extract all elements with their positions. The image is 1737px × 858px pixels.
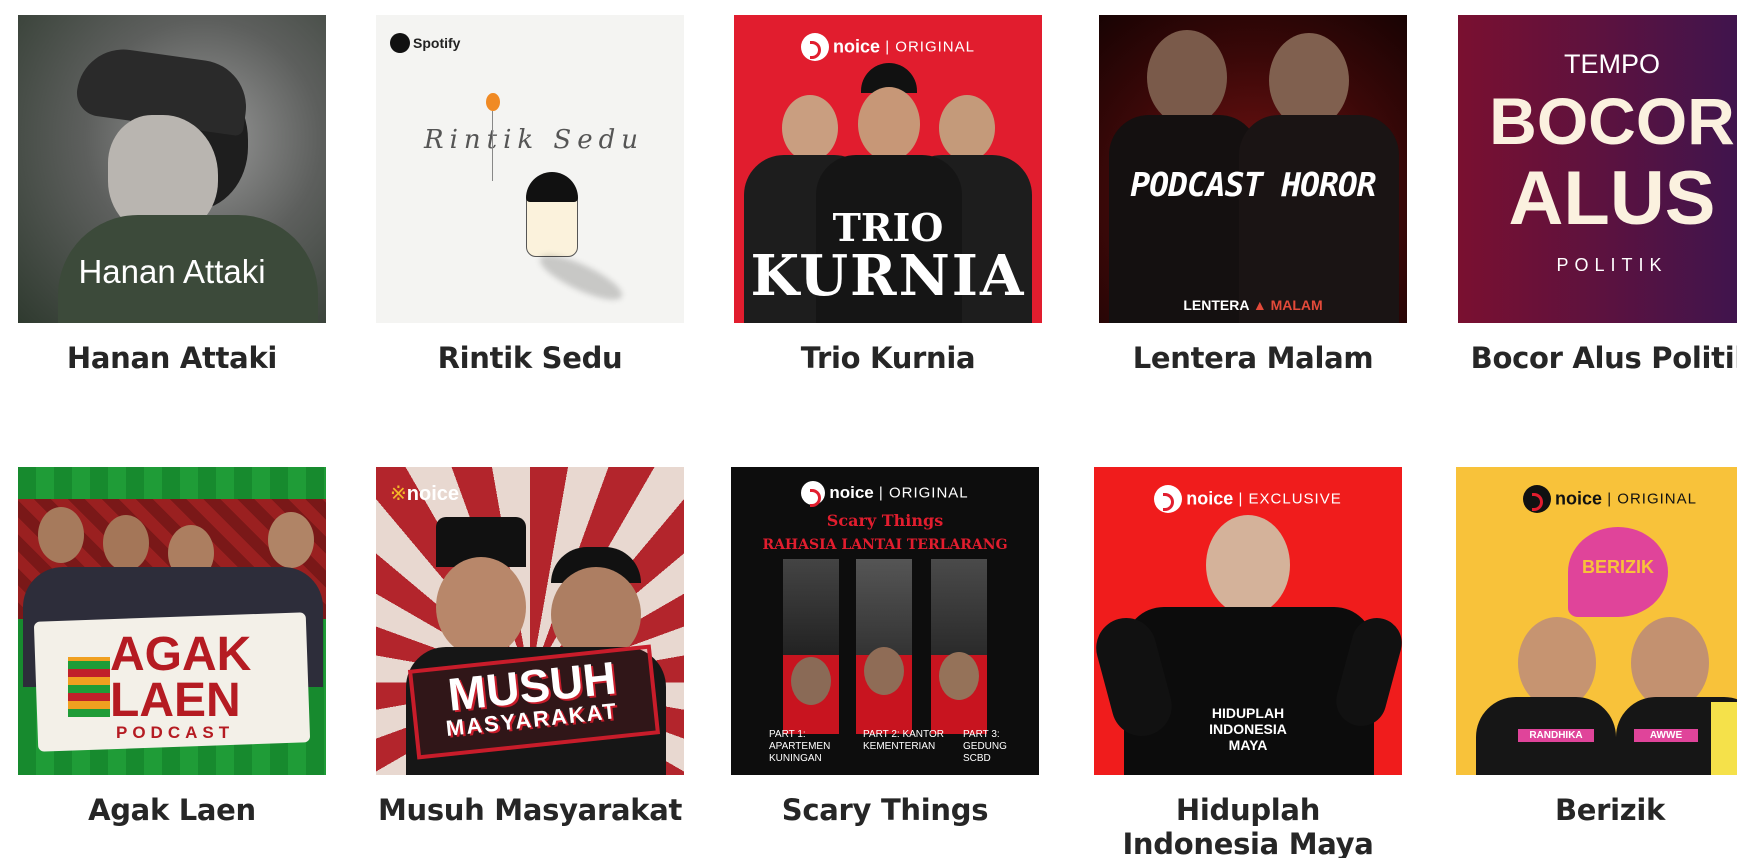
podcast-title[interactable]: Hanan Attaki bbox=[18, 341, 326, 375]
podcast-cover[interactable]: TEMPO BOCOR ALUS POLITIK bbox=[1458, 15, 1737, 323]
noice-logo-icon bbox=[1523, 485, 1552, 513]
podcast-cover[interactable]: PODCAST HOROR LENTERA ▲ MALAM bbox=[1099, 15, 1407, 323]
spotify-icon bbox=[390, 33, 410, 53]
agak-laen-logo-icon bbox=[68, 657, 110, 717]
podcast-title[interactable]: Bocor Alus Politik bbox=[1458, 341, 1737, 375]
balloon-icon bbox=[486, 93, 500, 111]
noice-badge: noice | ORIGINAL bbox=[734, 33, 1042, 61]
cover-text: PODCAST HOROR bbox=[1130, 165, 1376, 204]
noice-badge: noice | ORIGINAL bbox=[1456, 485, 1737, 513]
podcast-title[interactable]: Rintik Sedu bbox=[376, 341, 684, 375]
noice-logo-icon bbox=[1154, 485, 1183, 513]
podcast-cover[interactable]: noice | ORIGINAL Scary Things RAHASIA LA… bbox=[731, 467, 1039, 775]
cover-text: POLITIK bbox=[1556, 255, 1668, 275]
cover-footer: MALAM bbox=[1270, 297, 1323, 313]
podcast-title[interactable]: Trio Kurnia bbox=[734, 341, 1042, 375]
podcast-title[interactable]: Berizik bbox=[1456, 793, 1737, 827]
cover-text: Hanan Attaki bbox=[78, 253, 266, 290]
podcast-title[interactable]: Agak Laen bbox=[18, 793, 326, 827]
cover-text: Scary Things bbox=[826, 511, 944, 530]
cover-text: Rintik Sedu bbox=[424, 125, 645, 155]
flame-icon: ▲ bbox=[1252, 297, 1267, 313]
podcast-card-hiduplah-indonesia-maya[interactable]: noice | EXCLUSIVE HIDUPLAH INDONESIA MAY… bbox=[1094, 467, 1402, 858]
podcast-title[interactable]: Musuh Masyarakat bbox=[376, 793, 684, 827]
podcast-card-agak-laen[interactable]: AGAK LAEN PODCAST Agak Laen bbox=[18, 467, 326, 827]
podcast-card-trio-kurnia[interactable]: noice | ORIGINAL TRIO KURNIA Trio Kurnia bbox=[734, 15, 1042, 375]
podcast-card-lentera-malam[interactable]: PODCAST HOROR LENTERA ▲ MALAM Lentera Ma… bbox=[1099, 15, 1407, 375]
name-tag: AWWE bbox=[1634, 729, 1698, 742]
cover-text: ALUS bbox=[1508, 156, 1716, 241]
part-label: PART 1: APARTEMEN KUNINGAN bbox=[769, 729, 831, 764]
cover-text: KURNIA bbox=[750, 243, 1026, 309]
podcast-cover[interactable]: Hanan Attaki bbox=[18, 15, 326, 323]
noice-logo-icon bbox=[801, 33, 830, 61]
podcast-cover[interactable]: ※noice MUSUH MASYARAKAT bbox=[376, 467, 684, 775]
cover-top: TEMPO bbox=[1563, 49, 1660, 79]
noice-badge: ※noice bbox=[390, 483, 460, 506]
podcast-title[interactable]: Hiduplah Indonesia Maya bbox=[1094, 793, 1402, 858]
podcast-card-berizik[interactable]: noice | ORIGINAL BERIZIK RANDHIKA AWWE B… bbox=[1456, 467, 1737, 827]
podcast-cover[interactable]: Spotify Rintik Sedu bbox=[376, 15, 684, 323]
cover-brand: Spotify bbox=[413, 35, 461, 51]
part-label: PART 3: GEDUNG SCBD bbox=[963, 729, 1007, 764]
cover-text: HIDUPLAH INDONESIA MAYA bbox=[1209, 705, 1287, 753]
podcast-cover[interactable]: noice | ORIGINAL BERIZIK RANDHIKA AWWE bbox=[1456, 467, 1737, 775]
name-tag: RANDHIKA bbox=[1518, 729, 1594, 742]
cover-footer: LENTERA bbox=[1183, 297, 1249, 313]
part-label: PART 2: KANTOR KEMENTERIAN bbox=[863, 729, 944, 752]
cover-text: BERIZIK bbox=[1582, 557, 1654, 577]
podcast-card-hanan-attaki[interactable]: Hanan Attaki Hanan Attaki bbox=[18, 15, 326, 375]
noice-badge: noice | ORIGINAL bbox=[731, 481, 1039, 507]
podcast-grid: Hanan Attaki Hanan Attaki Spotify Rintik… bbox=[0, 0, 1737, 858]
podcast-cover[interactable]: noice | EXCLUSIVE HIDUPLAH INDONESIA MAY… bbox=[1094, 467, 1402, 775]
cover-text: BOCOR bbox=[1489, 84, 1735, 158]
podcast-cover[interactable]: noice | ORIGINAL TRIO KURNIA bbox=[734, 15, 1042, 323]
podcast-cover[interactable]: AGAK LAEN PODCAST bbox=[18, 467, 326, 775]
cover-text: LAEN bbox=[110, 674, 241, 727]
cover-text: RAHASIA LANTAI TERLARANG bbox=[762, 537, 1008, 553]
podcast-title[interactable]: Scary Things bbox=[731, 793, 1039, 827]
cover-text: PODCAST bbox=[116, 723, 235, 742]
podcast-card-bocor-alus-politik[interactable]: TEMPO BOCOR ALUS POLITIK Bocor Alus Poli… bbox=[1458, 15, 1737, 375]
podcast-card-scary-things[interactable]: noice | ORIGINAL Scary Things RAHASIA LA… bbox=[731, 467, 1039, 827]
noice-badge: noice | EXCLUSIVE bbox=[1094, 485, 1402, 513]
podcast-card-musuh-masyarakat[interactable]: ※noice MUSUH MASYARAKAT Musuh Masyarakat bbox=[376, 467, 684, 827]
noice-logo-icon bbox=[801, 481, 826, 507]
podcast-title[interactable]: Lentera Malam bbox=[1099, 341, 1407, 375]
podcast-card-rintik-sedu[interactable]: Spotify Rintik Sedu Rintik Sedu bbox=[376, 15, 684, 375]
